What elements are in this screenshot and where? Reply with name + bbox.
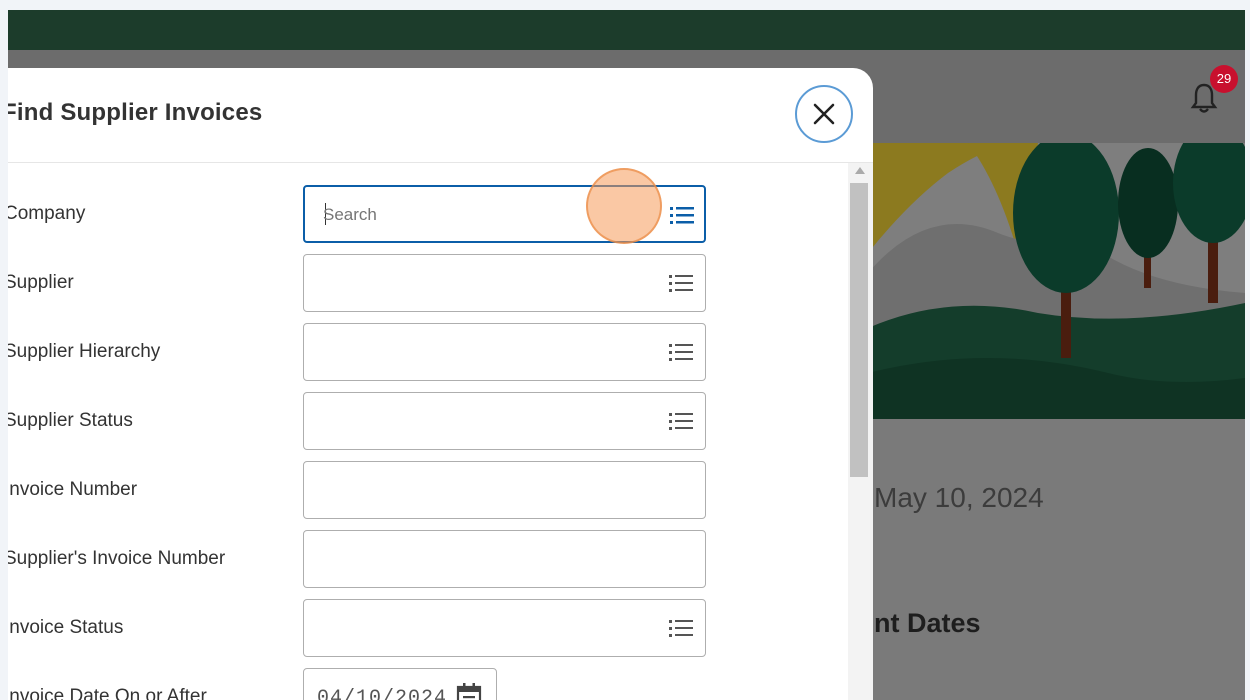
hero-illustration	[868, 143, 1245, 419]
suppliers-invoice-number-row: Supplier's Invoice Number	[8, 530, 848, 588]
supplier-hierarchy-row: Supplier Hierarchy	[8, 323, 848, 381]
dates-heading: nt Dates	[874, 608, 981, 638]
calendar-icon[interactable]	[456, 682, 482, 700]
prompt-list-icon[interactable]	[669, 411, 693, 431]
date-value: 04/10/2024	[317, 687, 448, 700]
top-bar	[8, 10, 1245, 50]
supplier-status-label: Supplier Status	[8, 410, 133, 431]
invoice-date-on-or-after-label: Invoice Date On or After	[8, 686, 207, 700]
close-button[interactable]	[795, 85, 853, 143]
supplier-hierarchy-label: Supplier Hierarchy	[8, 341, 161, 362]
prompt-list-icon[interactable]	[669, 342, 693, 362]
invoice-status-row: Invoice Status	[8, 599, 848, 657]
prompt-list-icon[interactable]	[669, 618, 693, 638]
supplier-status-prompt[interactable]	[303, 392, 706, 450]
invoice-number-input[interactable]	[303, 461, 706, 519]
invoice-status-label: Invoice Status	[8, 617, 124, 638]
dialog-scrollbar[interactable]	[848, 163, 873, 700]
dialog-header: Find Supplier Invoices	[8, 68, 873, 163]
find-supplier-invoices-dialog: Find Supplier Invoices Company Search Su…	[8, 68, 873, 700]
company-row: Company	[8, 185, 848, 243]
invoice-date-on-or-after-input[interactable]: 04/10/2024	[303, 668, 497, 700]
company-label: Company	[8, 203, 86, 224]
invoice-status-prompt[interactable]	[303, 599, 706, 657]
dialog-title: Find Supplier Invoices	[8, 99, 263, 126]
supplier-prompt[interactable]	[303, 254, 706, 312]
app-background: 29 May 10, 2024 nt Dates Find Supplier I…	[8, 10, 1245, 700]
click-highlight	[586, 168, 662, 244]
date-text: May 10, 2024	[874, 482, 1044, 513]
prompt-list-icon[interactable]	[670, 205, 694, 225]
supplier-hierarchy-prompt[interactable]	[303, 323, 706, 381]
suppliers-invoice-number-label: Supplier's Invoice Number	[8, 548, 226, 569]
suppliers-invoice-number-input[interactable]	[303, 530, 706, 588]
supplier-status-row: Supplier Status	[8, 392, 848, 450]
dialog-body: Company Supplier	[8, 163, 848, 700]
prompt-list-icon[interactable]	[669, 273, 693, 293]
supplier-label: Supplier	[8, 272, 74, 293]
close-icon	[813, 103, 835, 125]
scroll-up-arrow-icon[interactable]	[855, 167, 865, 174]
invoice-number-row: Invoice Number	[8, 461, 848, 519]
invoice-number-label: Invoice Number	[8, 479, 138, 500]
scrollbar-thumb[interactable]	[850, 183, 868, 477]
notification-badge: 29	[1210, 65, 1238, 93]
supplier-row: Supplier	[8, 254, 848, 312]
invoice-date-on-or-after-row: Invoice Date On or After 04/10/2024	[8, 668, 848, 700]
